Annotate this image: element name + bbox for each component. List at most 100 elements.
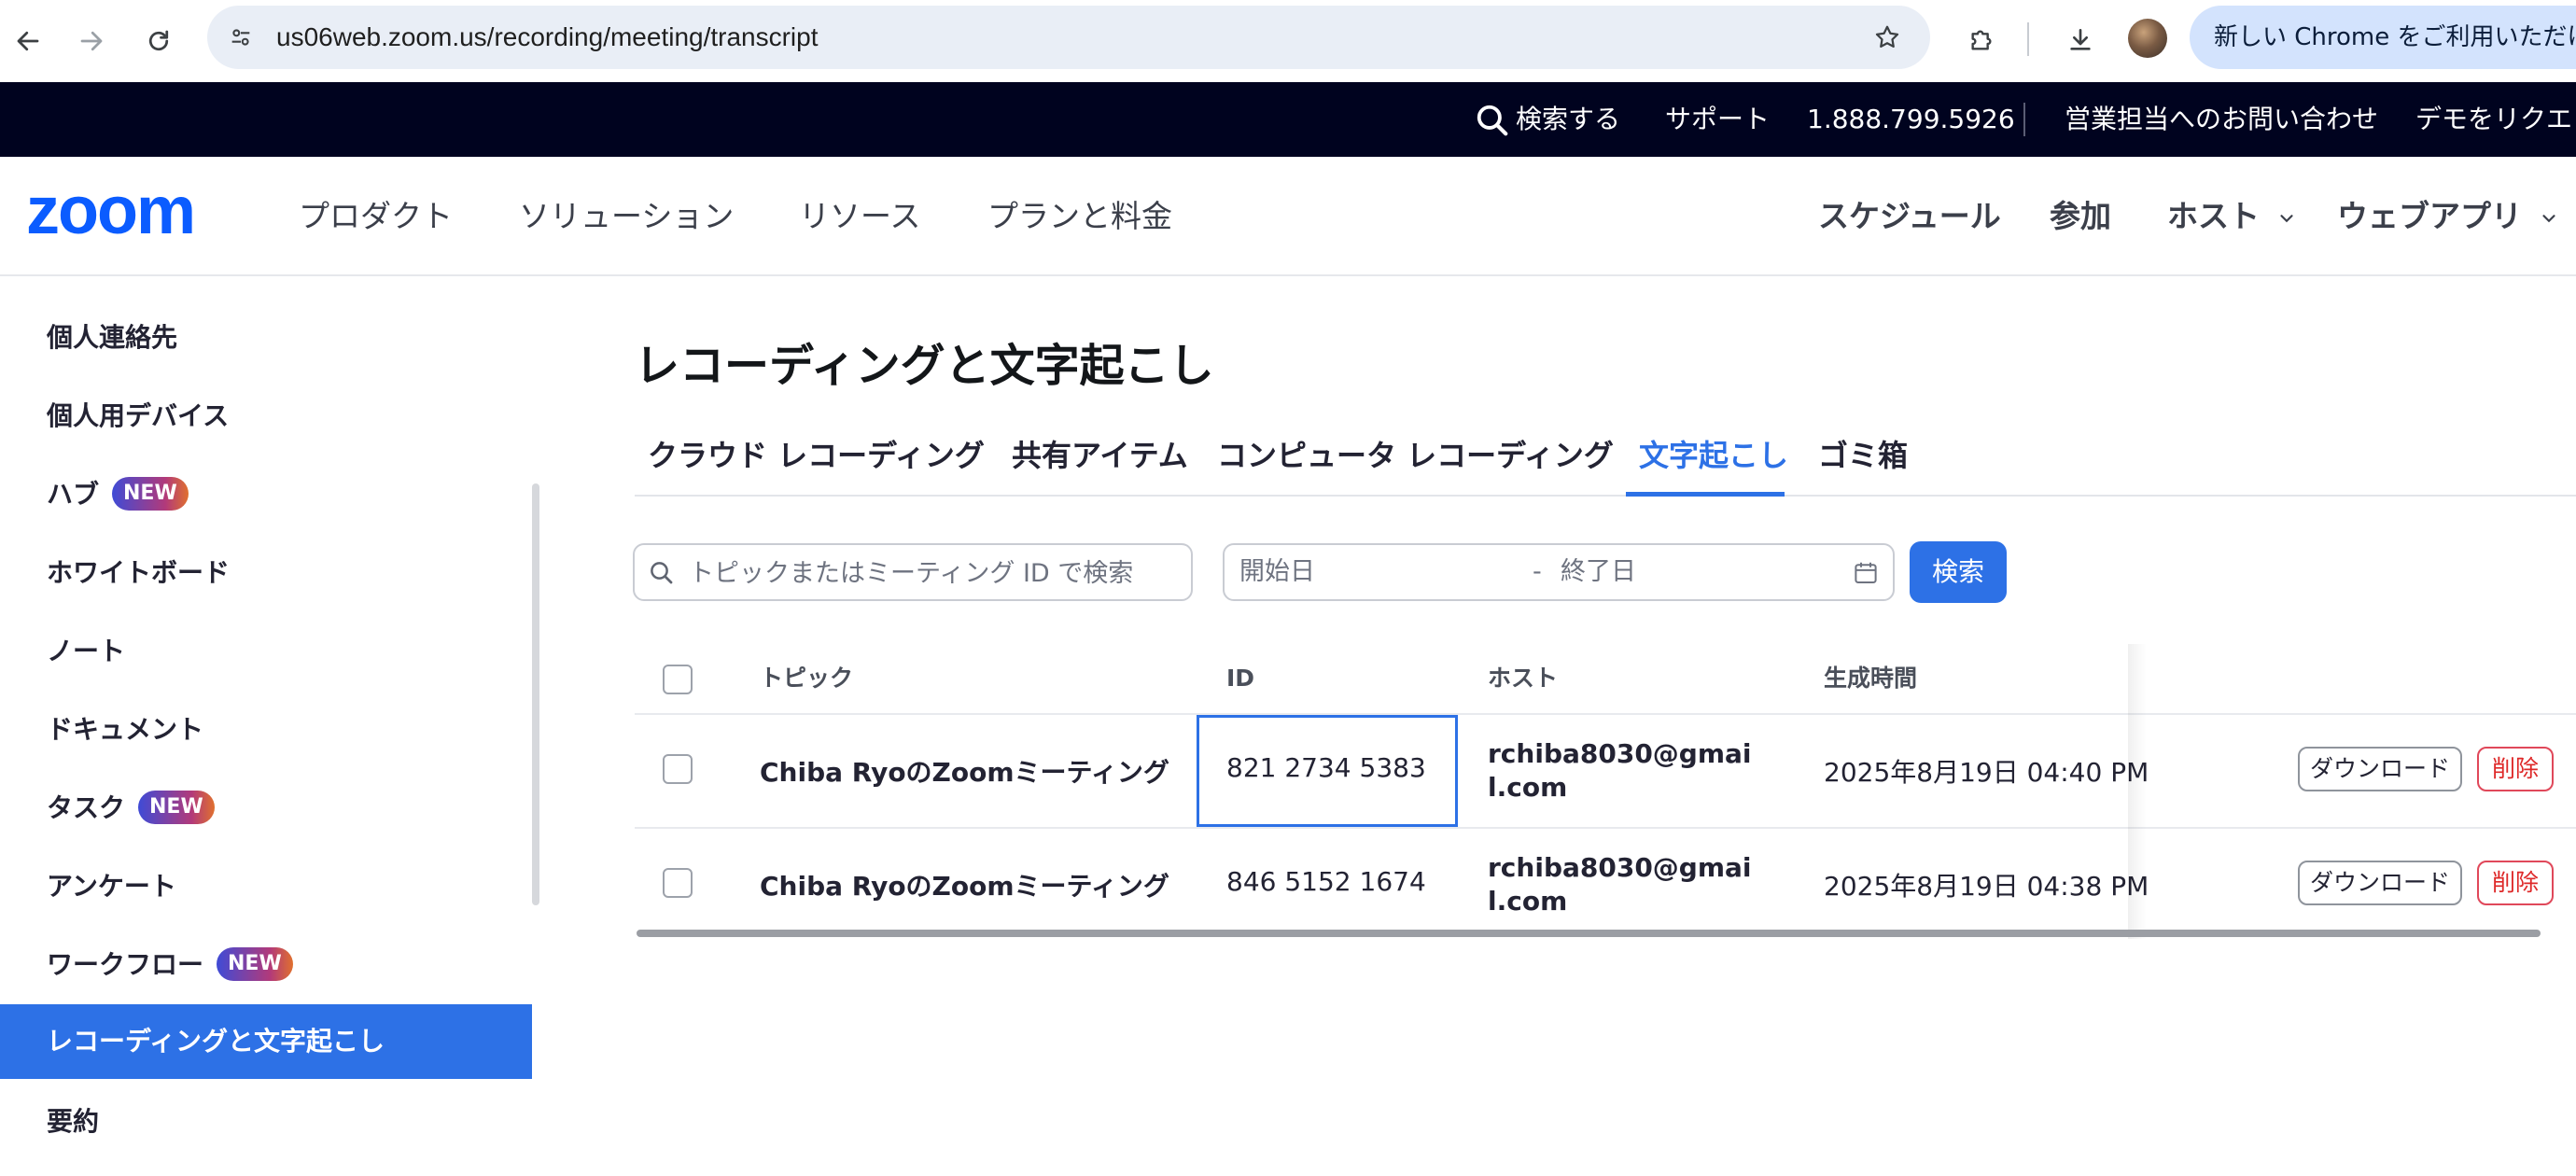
row-checkbox[interactable] [663,868,693,898]
row-topic[interactable]: Chiba RyoのZoomミーティング [760,866,1169,903]
sidebar-item-whiteboard[interactable]: ホワイトボード [0,536,532,610]
topbar-support-link[interactable]: サポート [1665,82,1770,157]
sidebar-item-label: レコーディングと文字起こし [47,1026,385,1057]
arrow-right-icon [80,31,103,51]
new-badge: NEW [138,791,215,824]
column-header-created[interactable]: 生成時間 [1824,644,1917,713]
puzzle-icon [1971,30,1992,50]
extensions-button[interactable] [1958,17,2005,63]
delete-button[interactable]: 削除 [2477,861,2554,905]
search-icon [1477,105,1508,136]
site-info-button[interactable] [222,19,259,56]
sidebar-item-personal-devices[interactable]: 個人用デバイス [0,379,532,454]
zoom-main-nav: zoom プロダクト ソリューション リソース プランと料金 スケジュール 参加… [0,157,2576,276]
address-bar[interactable]: us06web.zoom.us/recording/meeting/transc… [207,6,1930,69]
forward-button[interactable] [67,17,116,65]
zoom-logo[interactable]: zoom [26,174,233,248]
search-input[interactable] [687,554,1172,592]
sidebar: 個人連絡先 個人用デバイス ハブ NEW ホワイトボード ノート ドキュメント タ… [0,276,541,1176]
arrow-left-icon [17,31,39,51]
topic-search-field[interactable] [633,543,1193,601]
select-all-checkbox[interactable] [663,665,693,694]
page-title: レコーディングと文字起こし [635,340,1214,392]
sidebar-item-label: ホワイトボード [47,557,231,588]
topbar-contact-sales-link[interactable]: 営業担当へのお問い合わせ [2065,82,2378,157]
tab-cloud-recording[interactable]: クラウド レコーディング [648,420,985,497]
sidebar-item-label: 個人連絡先 [47,322,178,353]
sidebar-item-label: タスク [47,792,126,823]
column-header-id[interactable]: ID [1226,644,1254,713]
row-meeting-id[interactable]: 821 2734 5383 [1226,752,1426,783]
sidebar-item-summaries[interactable]: 要約 [0,1085,532,1159]
date-range-picker[interactable]: 開始日 - 終了日 [1223,543,1895,601]
nav-webapp[interactable]: ウェブアプリ [2337,157,2559,276]
recording-tabs: クラウド レコーディング 共有アイテム コンピュータ レコーディング 文字起こし… [635,420,2576,497]
profile-avatar[interactable] [2128,19,2167,58]
tab-transcripts[interactable]: 文字起こし [1639,420,1788,497]
nav-webapp-label: ウェブアプリ [2337,198,2522,234]
nav-pricing[interactable]: プランと料金 [987,157,1172,276]
sidebar-item-notes[interactable]: ノート [0,614,532,689]
sidebar-scrollbar[interactable] [532,483,539,905]
table-horizontal-scrollbar[interactable] [637,930,2541,937]
zoom-logo-icon: zoom [26,174,196,248]
download-button[interactable]: ダウンロード [2298,861,2462,905]
nav-host-label: ホスト [2167,198,2260,234]
sidebar-item-label: ドキュメント [47,714,204,745]
row-meeting-id[interactable]: 846 5152 1674 [1226,866,1426,897]
sidebar-item-recordings[interactable]: レコーディングと文字起こし [0,1004,532,1079]
bookmark-button[interactable] [1869,19,1906,56]
downloads-button[interactable] [2057,17,2104,63]
new-badge: NEW [112,477,189,511]
nav-solutions[interactable]: ソリューション [519,157,734,276]
sidebar-item-personal-contacts[interactable]: 個人連絡先 [0,301,532,375]
sidebar-item-documents[interactable]: ドキュメント [0,693,532,767]
tab-shared-items[interactable]: 共有アイテム [1012,420,1188,497]
tab-trash[interactable]: ゴミ箱 [1818,420,1908,497]
toolbar-divider [2027,22,2029,56]
end-date-field[interactable]: 終了日 [1561,545,1636,599]
active-tab-indicator [1626,492,1785,497]
download-button[interactable]: ダウンロード [2298,747,2462,791]
sidebar-item-workflows[interactable]: ワークフロー NEW [0,928,532,1002]
topbar-search[interactable]: 検索する [1475,82,1620,157]
sticky-column-shadow [2128,644,2147,939]
topbar-search-label: 検索する [1516,104,1621,134]
column-header-host[interactable]: ホスト [1488,644,1558,713]
topbar-divider [2023,103,2025,136]
search-icon [651,562,673,584]
date-separator: - [1533,557,1542,586]
row-created-time: 2025年8月19日 04:40 PM [1824,757,2149,788]
nav-resources[interactable]: リソース [799,157,920,276]
topbar-request-demo-link[interactable]: デモをリクエ [2415,82,2572,157]
delete-button[interactable]: 削除 [2477,747,2554,791]
chrome-promo-chip[interactable]: 新しい Chrome をご利用いただけま [2190,6,2576,69]
chevron-down-icon [2541,214,2555,222]
back-button[interactable] [4,17,52,65]
search-button[interactable]: 検索 [1910,541,2007,603]
row-topic[interactable]: Chiba RyoのZoomミーティング [760,752,1169,790]
sidebar-item-label: ワークフロー [47,949,204,980]
nav-schedule[interactable]: スケジュール [1818,157,2001,276]
sidebar-item-label: アンケート [47,871,176,902]
sidebar-item-label: 要約 [47,1106,100,1137]
sidebar-item-surveys[interactable]: アンケート [0,849,532,924]
transcript-table: トピック ID ホスト 生成時間 Chiba RyoのZoomミーティング 82… [635,644,2576,943]
reload-button[interactable] [134,17,183,65]
start-date-field[interactable]: 開始日 [1239,545,1315,599]
sidebar-item-hub[interactable]: ハブ NEW [0,457,532,532]
nav-join[interactable]: 参加 [2050,157,2111,276]
nav-host[interactable]: ホスト [2167,157,2297,276]
row-checkbox[interactable] [663,754,693,784]
browser-toolbar: us06web.zoom.us/recording/meeting/transc… [0,0,2576,82]
sidebar-item-tasks[interactable]: タスク NEW [0,771,532,846]
url-text[interactable]: us06web.zoom.us/recording/meeting/transc… [276,6,819,69]
tune-icon [231,29,250,46]
download-icon [2070,29,2091,50]
column-header-topic[interactable]: トピック [760,644,853,713]
calendar-icon[interactable] [1852,559,1880,587]
sidebar-item-label: ハブ [47,479,100,510]
tab-computer-recording[interactable]: コンピュータ レコーディング [1217,420,1614,497]
topbar-phone-link[interactable]: 1.888.799.5926 [1807,82,2015,157]
nav-products[interactable]: プロダクト [299,157,453,276]
